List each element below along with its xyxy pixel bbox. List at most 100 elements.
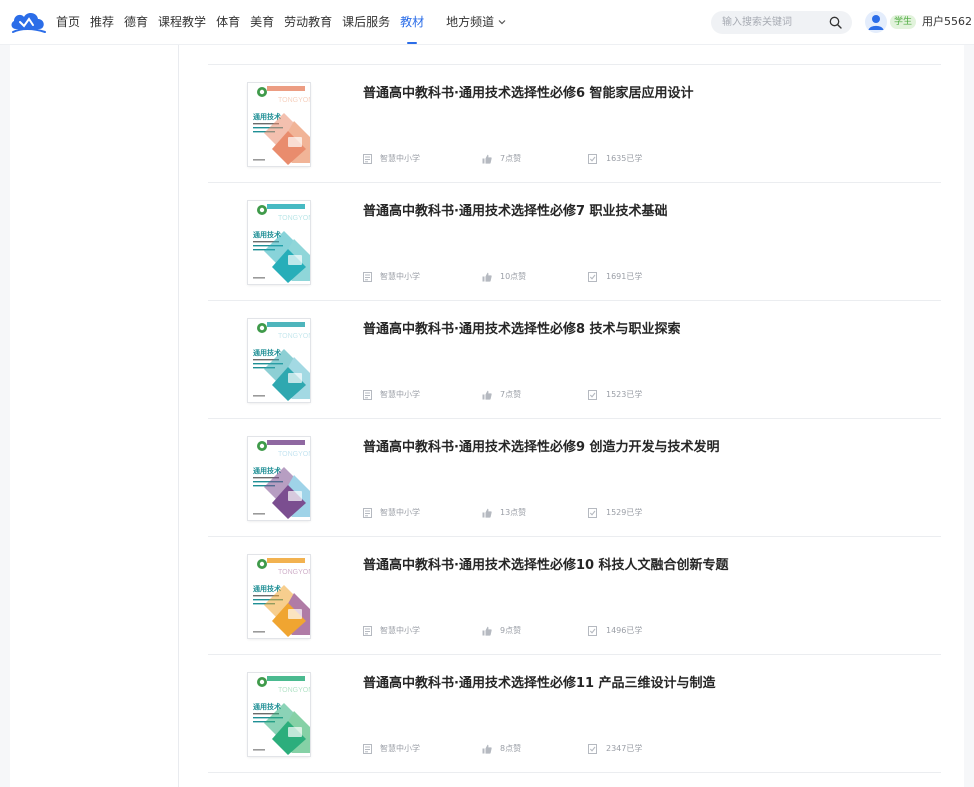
search-box [711, 11, 852, 34]
book-publisher-text: 智慧中小学 [380, 508, 420, 517]
book-cover[interactable]: TONGYONG 通用技术 [248, 673, 310, 756]
main-nav: 首页 推荐 德育 课程教学 体育 美育 劳动教育 课后服务 教材 地方频道 [56, 0, 516, 44]
book-publisher: 智慧中小学 [363, 507, 420, 518]
cloud-logo-icon[interactable] [9, 8, 47, 36]
thumbs-up-icon [482, 154, 492, 164]
book-likes: 8点赞 [482, 743, 521, 754]
thumbs-up-icon [482, 626, 492, 636]
book-cover-art: TONGYONG 通用技术 [248, 437, 310, 520]
book-likes-text: 8点赞 [500, 744, 522, 753]
chevron-down-icon [498, 20, 506, 25]
book-publisher-text: 智慧中小学 [380, 744, 420, 753]
book-publisher-text: 智慧中小学 [380, 626, 420, 635]
book-row[interactable]: TONGYONG 通用技术 普通高中教科书·通用技术选择性必修11 产品三维设计… [208, 655, 941, 773]
nav-local-channel-label: 地方频道 [446, 15, 495, 29]
learned-icon [588, 625, 597, 636]
book-learners-text: 1691已学 [606, 272, 643, 281]
nav-item-4[interactable]: 体育 [216, 0, 240, 44]
book-list: TONGYONG 通用技术 普通高中教科书·通用技术选择性必修6 智能家居应用设… [208, 44, 941, 773]
book-likes-text: 7点赞 [500, 390, 522, 399]
book-learners-text: 1635已学 [606, 154, 643, 163]
username[interactable]: 用户5562 [922, 0, 972, 44]
nav-item-5[interactable]: 美育 [250, 0, 274, 44]
avatar[interactable] [865, 11, 887, 33]
book-list-panel: TONGYONG 通用技术 普通高中教科书·通用技术选择性必修6 智能家居应用设… [179, 32, 964, 787]
svg-text:TONGYONG: TONGYONG [278, 451, 310, 458]
book-row[interactable]: TONGYONG 通用技术 普通高中教科书·通用技术选择性必修7 职业技术基础 … [208, 183, 941, 301]
book-learners: 2347已学 [588, 743, 642, 754]
book-cover-art: TONGYONG 通用技术 [248, 555, 310, 638]
book-cover[interactable]: TONGYONG 通用技术 [248, 555, 310, 638]
learned-icon [588, 389, 597, 400]
book-title[interactable]: 普通高中教科书·通用技术选择性必修11 产品三维设计与制造 [363, 672, 716, 691]
book-title[interactable]: 普通高中教科书·通用技术选择性必修6 智能家居应用设计 [363, 82, 694, 101]
book-publisher-text: 智慧中小学 [380, 154, 420, 163]
svg-text:TONGYONG: TONGYONG [278, 687, 310, 694]
book-cover-art: TONGYONG 通用技术 [248, 83, 310, 166]
svg-text:通用技术: 通用技术 [253, 466, 281, 475]
role-badge: 学生 [890, 15, 917, 29]
book-publisher: 智慧中小学 [363, 625, 420, 636]
thumbs-up-icon [482, 390, 492, 400]
book-likes: 7点赞 [482, 389, 521, 400]
thumbs-up-icon [482, 272, 492, 282]
book-likes-text: 9点赞 [500, 626, 522, 635]
nav-item-6[interactable]: 劳动教育 [284, 0, 332, 44]
book-publisher: 智慧中小学 [363, 743, 420, 754]
book-publisher-text: 智慧中小学 [380, 390, 420, 399]
nav-item-2[interactable]: 德育 [124, 0, 148, 44]
book-title[interactable]: 普通高中教科书·通用技术选择性必修9 创造力开发与技术发明 [363, 436, 720, 455]
publisher-icon [363, 271, 372, 282]
book-cover[interactable]: TONGYONG 通用技术 [248, 83, 310, 166]
nav-item-3[interactable]: 课程教学 [158, 0, 206, 44]
book-title[interactable]: 普通高中教科书·通用技术选择性必修8 技术与职业探索 [363, 318, 681, 337]
publisher-icon [363, 625, 372, 636]
book-likes: 9点赞 [482, 625, 521, 636]
book-cover[interactable]: TONGYONG 通用技术 [248, 319, 310, 402]
nav-local-channel[interactable]: 地方频道 [446, 0, 506, 44]
svg-text:TONGYONG: TONGYONG [278, 97, 310, 104]
book-row[interactable]: TONGYONG 通用技术 普通高中教科书·通用技术选择性必修9 创造力开发与技… [208, 419, 941, 537]
svg-text:通用技术: 通用技术 [253, 230, 281, 239]
search-input[interactable] [722, 13, 822, 32]
nav-item-1[interactable]: 推荐 [90, 0, 114, 44]
left-sidebar [10, 44, 179, 787]
book-likes-text: 10点赞 [500, 272, 527, 281]
book-row[interactable]: TONGYONG 通用技术 普通高中教科书·通用技术选择性必修6 智能家居应用设… [208, 65, 941, 183]
book-row[interactable]: TONGYONG 通用技术 普通高中教科书·通用技术选择性必修8 技术与职业探索… [208, 301, 941, 419]
book-likes: 7点赞 [482, 153, 521, 164]
book-likes-text: 13点赞 [500, 508, 527, 517]
book-likes-text: 7点赞 [500, 154, 522, 163]
book-cover-art: TONGYONG 通用技术 [248, 673, 310, 756]
book-title[interactable]: 普通高中教科书·通用技术选择性必修7 职业技术基础 [363, 200, 668, 219]
book-title[interactable]: 普通高中教科书·通用技术选择性必修10 科技人文融合创新专题 [363, 554, 729, 573]
book-learners: 1496已学 [588, 625, 642, 636]
learned-icon [588, 743, 597, 754]
book-learners-text: 1529已学 [606, 508, 643, 517]
publisher-icon [363, 153, 372, 164]
svg-text:TONGYONG: TONGYONG [278, 333, 310, 340]
nav-item-0[interactable]: 首页 [56, 0, 80, 44]
book-learners: 1635已学 [588, 153, 642, 164]
book-publisher: 智慧中小学 [363, 153, 420, 164]
publisher-icon [363, 507, 372, 518]
publisher-icon [363, 743, 372, 754]
book-cover[interactable]: TONGYONG 通用技术 [248, 437, 310, 520]
book-learners: 1691已学 [588, 271, 642, 282]
nav-item-8[interactable]: 教材 [400, 0, 424, 44]
search-icon[interactable] [829, 16, 842, 29]
learned-icon [588, 271, 597, 282]
svg-text:通用技术: 通用技术 [253, 702, 281, 711]
book-cover[interactable]: TONGYONG 通用技术 [248, 201, 310, 284]
book-likes: 10点赞 [482, 271, 526, 282]
book-publisher: 智慧中小学 [363, 389, 420, 400]
learned-icon [588, 153, 597, 164]
svg-text:TONGYONG: TONGYONG [278, 215, 310, 222]
book-learners: 1523已学 [588, 389, 642, 400]
book-row[interactable]: TONGYONG 通用技术 普通高中教科书·通用技术选择性必修10 科技人文融合… [208, 537, 941, 655]
thumbs-up-icon [482, 508, 492, 518]
nav-item-7[interactable]: 课后服务 [342, 0, 390, 44]
book-cover-art: TONGYONG 通用技术 [248, 201, 310, 284]
book-publisher: 智慧中小学 [363, 271, 420, 282]
book-cover-art: TONGYONG 通用技术 [248, 319, 310, 402]
